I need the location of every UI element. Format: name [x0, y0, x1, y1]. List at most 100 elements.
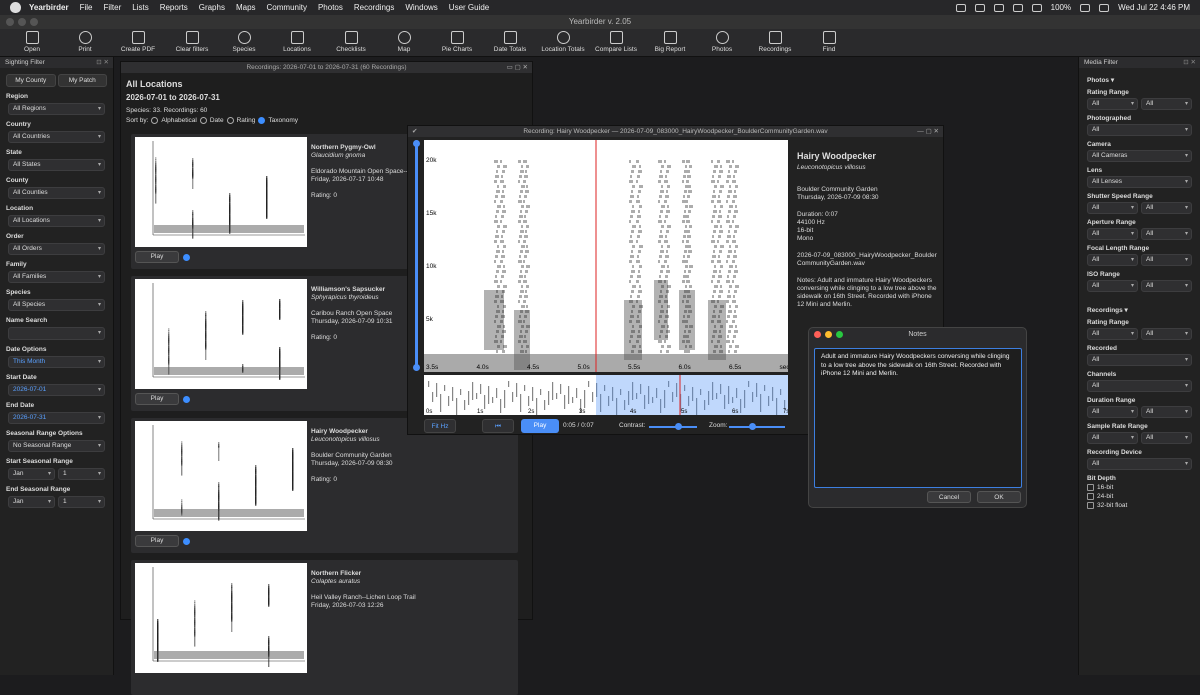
- zoom-knob[interactable]: [749, 423, 756, 430]
- menu-lists[interactable]: Lists: [132, 3, 148, 12]
- volume-icon[interactable]: [1031, 3, 1042, 12]
- card-progress-knob[interactable]: [183, 254, 190, 261]
- recorded-select[interactable]: All: [1087, 354, 1192, 366]
- toolbar-pie-button[interactable]: Pie Charts: [427, 31, 487, 53]
- card-progress-knob[interactable]: [183, 538, 190, 545]
- aperture-min[interactable]: All: [1087, 228, 1138, 240]
- date-options-select[interactable]: This Month: [8, 356, 105, 368]
- start-seasonal-month[interactable]: Jan: [8, 468, 55, 480]
- overview-spectrogram[interactable]: 0s 1s 2s 3s 4s 5s 6s 7s: [424, 375, 788, 415]
- lens-select[interactable]: All Lenses: [1087, 176, 1192, 188]
- card-play-button[interactable]: Play: [135, 393, 179, 405]
- toolbar-folder-button[interactable]: Open: [2, 31, 62, 53]
- dropbox-icon[interactable]: [974, 3, 985, 12]
- bit16-checkbox[interactable]: [1087, 484, 1094, 491]
- tab-my-patch[interactable]: My Patch: [57, 74, 107, 87]
- menu-filter[interactable]: Filter: [103, 3, 121, 12]
- iso-min[interactable]: All: [1087, 280, 1138, 292]
- bit32-checkbox[interactable]: [1087, 502, 1094, 509]
- clock-icon[interactable]: [993, 3, 1004, 12]
- toolbar-checklist-button[interactable]: Checklists: [321, 31, 381, 53]
- card-play-button[interactable]: Play: [135, 535, 179, 547]
- card-spectrogram[interactable]: [135, 421, 307, 531]
- control-center-icon[interactable]: [1099, 3, 1110, 12]
- toolbar-globe-button[interactable]: Map: [374, 31, 434, 53]
- menu-photos[interactable]: Photos: [318, 3, 343, 12]
- notes-ok-button[interactable]: OK: [977, 491, 1021, 503]
- window-controls[interactable]: — ▢ ✕: [917, 126, 939, 137]
- channels-select[interactable]: All: [1087, 380, 1192, 392]
- start-seasonal-day[interactable]: 1: [58, 468, 105, 480]
- main-spectrogram[interactable]: 20k 15k 10k 5k 3.5s 4.0s 4.5s 5.0s 5.5s 6.0s 6.5s s…: [424, 140, 788, 372]
- notes-textarea[interactable]: Adult and immature Hairy Woodpeckers con…: [814, 348, 1022, 488]
- menu-graphs[interactable]: Graphs: [199, 3, 225, 12]
- toolbar-report-button[interactable]: Big Report: [640, 31, 700, 53]
- sort-radio-taxonomy[interactable]: [258, 117, 266, 124]
- card-spectrogram[interactable]: [135, 563, 307, 673]
- sort-radio-rating[interactable]: [226, 117, 234, 124]
- photo-rating-max[interactable]: All: [1141, 98, 1192, 110]
- name-search-input[interactable]: [8, 327, 105, 340]
- card-spectrogram[interactable]: [135, 279, 307, 389]
- shutter-max[interactable]: All: [1141, 202, 1192, 214]
- toolbar-bird-button[interactable]: Species: [214, 31, 274, 53]
- toolbar-printer-button[interactable]: Print: [55, 31, 115, 53]
- toolbar-calendar-sum-button[interactable]: Date Totals: [480, 31, 540, 53]
- duration-min[interactable]: All: [1087, 406, 1138, 418]
- sort-radio-date[interactable]: [199, 117, 207, 124]
- toolbar-pdf-button[interactable]: Create PDF: [108, 31, 168, 53]
- menu-app[interactable]: Yearbirder: [29, 3, 69, 12]
- fit-hz-button[interactable]: Fit Hz: [424, 419, 456, 433]
- panel-close-icon[interactable]: ⊡ ✕: [96, 57, 109, 68]
- recordings-section[interactable]: Recordings ▾: [1087, 306, 1192, 314]
- toolbar-location-sum-button[interactable]: Location Totals: [533, 31, 593, 53]
- menu-recordings[interactable]: Recordings: [354, 3, 394, 12]
- bit24-checkbox[interactable]: [1087, 493, 1094, 500]
- battery-icon[interactable]: [1080, 3, 1091, 12]
- toolbar-filter-button[interactable]: Clear filters: [162, 31, 222, 53]
- apple-icon[interactable]: [10, 2, 21, 13]
- camera-select[interactable]: All Cameras: [1087, 150, 1192, 162]
- notes-zoom-button[interactable]: [836, 331, 843, 338]
- zoom-slider[interactable]: [729, 426, 785, 428]
- menubar-datetime[interactable]: Wed Jul 22 4:46 PM: [1118, 3, 1190, 12]
- frequency-slider-top-knob[interactable]: [413, 140, 420, 147]
- end-seasonal-month[interactable]: Jan: [8, 496, 55, 508]
- sample-rate-max[interactable]: All: [1141, 432, 1192, 444]
- sort-rating[interactable]: Rating: [237, 117, 256, 124]
- rec-rating-max[interactable]: All: [1141, 328, 1192, 340]
- panel-close-icon[interactable]: ⊡ ✕: [1183, 57, 1196, 68]
- frequency-slider-bottom-knob[interactable]: [413, 364, 420, 371]
- play-button[interactable]: Play: [521, 419, 559, 433]
- order-select[interactable]: All Orders: [8, 243, 105, 255]
- contrast-knob[interactable]: [675, 423, 682, 430]
- focal-max[interactable]: All: [1141, 254, 1192, 266]
- shutter-min[interactable]: All: [1087, 202, 1138, 214]
- sample-rate-min[interactable]: All: [1087, 432, 1138, 444]
- rec-rating-min[interactable]: All: [1087, 328, 1138, 340]
- notes-cancel-button[interactable]: Cancel: [927, 491, 971, 503]
- aperture-max[interactable]: All: [1141, 228, 1192, 240]
- country-select[interactable]: All Countries: [8, 131, 105, 143]
- minimize-window-button[interactable]: [18, 18, 26, 26]
- notes-close-button[interactable]: [814, 331, 821, 338]
- device-select[interactable]: All: [1087, 458, 1192, 470]
- duration-max[interactable]: All: [1141, 406, 1192, 418]
- location-select[interactable]: All Locations: [8, 215, 105, 227]
- start-date-field[interactable]: 2026-07-01: [8, 384, 105, 396]
- toolbar-compare-button[interactable]: Compare Lists: [586, 31, 646, 53]
- panel-controls[interactable]: ▭ ▢ ✕: [507, 62, 528, 73]
- end-seasonal-day[interactable]: 1: [58, 496, 105, 508]
- contrast-slider[interactable]: [649, 426, 697, 428]
- sort-alphabetical[interactable]: Alphabetical: [161, 117, 196, 124]
- toolbar-pin-button[interactable]: Locations: [267, 31, 327, 53]
- menu-community[interactable]: Community: [267, 3, 307, 12]
- zoom-window-button[interactable]: [30, 18, 38, 26]
- menu-maps[interactable]: Maps: [236, 3, 256, 12]
- family-select[interactable]: All Families: [8, 271, 105, 283]
- toolbar-microphone-button[interactable]: Recordings: [745, 31, 805, 53]
- menu-windows[interactable]: Windows: [405, 3, 437, 12]
- card-progress-knob[interactable]: [183, 396, 190, 403]
- frequency-slider[interactable]: [415, 140, 418, 370]
- end-date-field[interactable]: 2026-07-31: [8, 412, 105, 424]
